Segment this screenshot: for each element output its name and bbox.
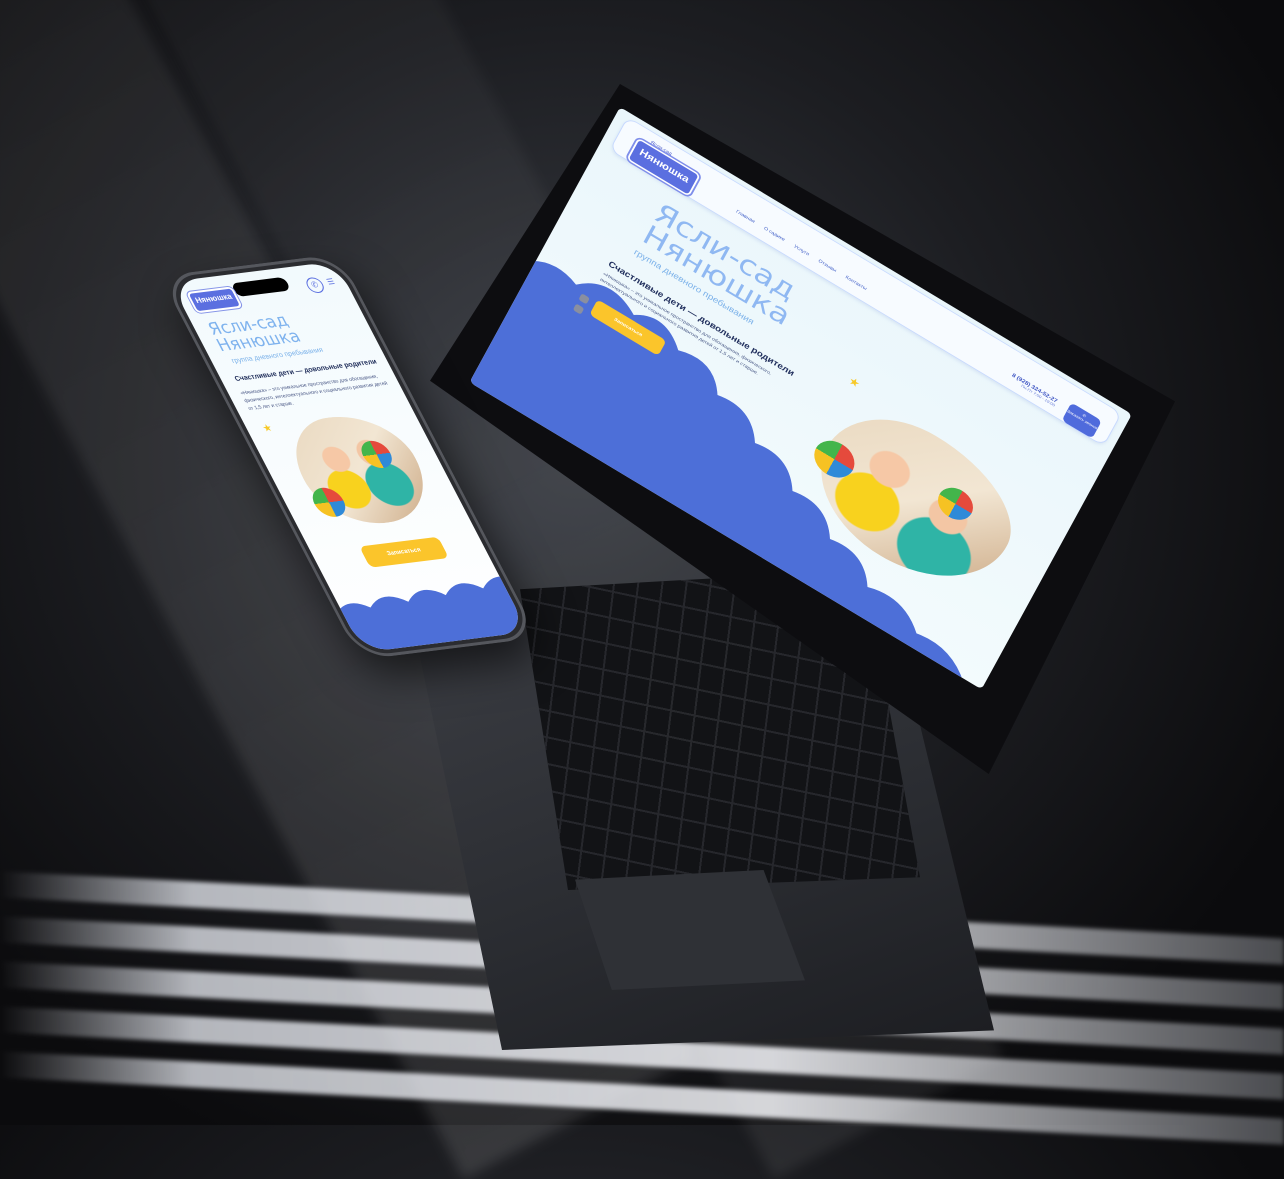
phone-website-screen: Нянюшка ✆ ☰ Ясли-сад Нянюшка группа днев… — [170, 261, 529, 653]
star-icon: ★ — [846, 373, 863, 391]
signup-button[interactable]: Записаться — [359, 536, 449, 568]
nav-item-home[interactable]: Главная — [735, 210, 755, 225]
phone-frame: Нянюшка ✆ ☰ Ясли-сад Нянюшка группа днев… — [160, 253, 539, 660]
smartphone: Нянюшка ✆ ☰ Ясли-сад Нянюшка группа днев… — [160, 246, 540, 698]
working-hours: Пн-Пт 7:00 - 19:00 — [1020, 383, 1056, 408]
dynamic-island — [230, 276, 292, 297]
star-icon: ★ — [260, 422, 275, 435]
nav-item-contacts[interactable]: Контакты — [844, 275, 867, 291]
header-phone[interactable]: 8 (928) 324-52-27 Пн-Пт 7:00 - 19:00 — [1009, 373, 1058, 408]
site-logo[interactable]: Нянюшка — [185, 286, 243, 314]
hero-title: Ясли-сад Нянюшка — [205, 311, 305, 356]
callback-button[interactable]: ✆ Заказать звонок — [1061, 402, 1102, 439]
nav-item-reviews[interactable]: Отзывы — [817, 259, 837, 273]
nav-item-about[interactable]: О садике — [763, 226, 786, 242]
phone-number[interactable]: 8 (928) 324-52-27 — [1011, 373, 1058, 404]
nav-item-services[interactable]: Услуги — [793, 244, 810, 257]
cloud-decoration — [334, 576, 529, 653]
hero-kids-photo — [275, 409, 446, 530]
